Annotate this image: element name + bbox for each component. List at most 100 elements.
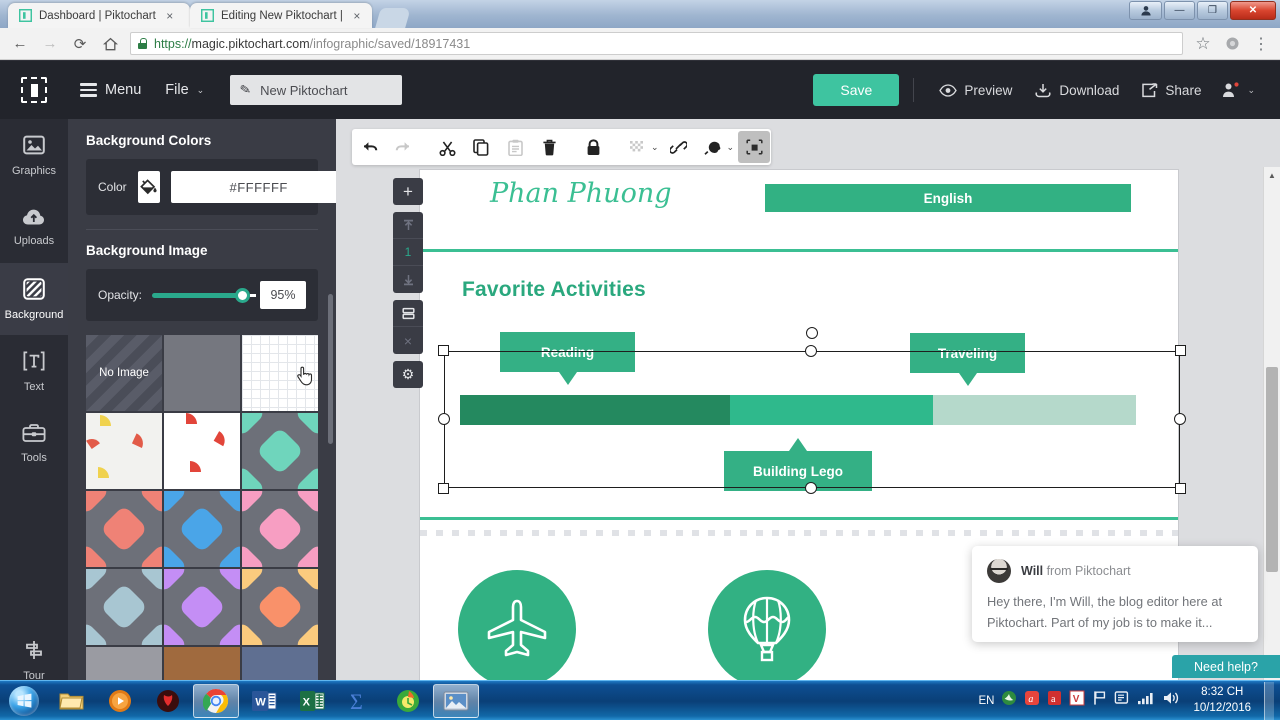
- swatch-melon-light[interactable]: [86, 413, 162, 489]
- back-icon[interactable]: ←: [6, 31, 34, 57]
- forward-icon[interactable]: →: [36, 31, 64, 57]
- file-menu-button[interactable]: File ⌄: [153, 61, 216, 119]
- browser-tab-dashboard[interactable]: Dashboard | Piktochart ×: [8, 3, 190, 28]
- sidebar-item-text[interactable]: Text: [0, 335, 68, 407]
- swatch-diamond-pink[interactable]: [242, 491, 318, 567]
- remove-block-button[interactable]: ×: [393, 327, 423, 354]
- chevron-down-icon[interactable]: ⌄: [727, 142, 735, 153]
- bookmark-star-icon[interactable]: ☆: [1190, 31, 1216, 57]
- airplane-icon-circle[interactable]: [458, 570, 576, 688]
- home-icon[interactable]: [96, 31, 124, 57]
- swatch-diamond-purple[interactable]: [164, 569, 240, 645]
- panel-scrollbar[interactable]: [328, 294, 333, 444]
- swatch-no-image[interactable]: No Image: [86, 335, 162, 411]
- section-title[interactable]: Favorite Activities: [462, 278, 646, 302]
- browser-menu-icon[interactable]: ⋮: [1248, 31, 1274, 57]
- start-button[interactable]: [0, 682, 48, 720]
- lock-button[interactable]: [577, 131, 609, 163]
- swatch-diamond-teal[interactable]: [242, 413, 318, 489]
- color-button[interactable]: [696, 131, 729, 163]
- minimize-button[interactable]: —: [1164, 1, 1195, 20]
- transparency-button[interactable]: [621, 131, 653, 163]
- vlc-tray-icon[interactable]: V: [1069, 690, 1085, 711]
- author-name-text[interactable]: Phan Phuong: [490, 178, 672, 209]
- redo-button[interactable]: [387, 131, 419, 163]
- chevron-down-icon[interactable]: ⌄: [651, 142, 659, 153]
- undo-button[interactable]: [353, 131, 385, 163]
- close-window-button[interactable]: ✕: [1230, 1, 1276, 20]
- taskbar-zalo[interactable]: [385, 684, 431, 718]
- sidebar-item-uploads[interactable]: Uploads: [0, 191, 68, 263]
- opacity-slider-handle[interactable]: [235, 287, 250, 303]
- canvas-scrollbar[interactable]: ▲ ▼: [1263, 167, 1280, 680]
- link-button[interactable]: [662, 131, 695, 163]
- swatch-solid-slate[interactable]: [242, 647, 318, 680]
- swatch-diamond-salmon[interactable]: [86, 491, 162, 567]
- tab-close-icon[interactable]: ×: [163, 10, 177, 22]
- new-tab-button[interactable]: [375, 8, 411, 28]
- taskbar-excel[interactable]: X: [289, 684, 335, 718]
- reload-icon[interactable]: ⟳: [66, 31, 94, 57]
- taskbar-chrome[interactable]: [193, 683, 239, 718]
- duplicate-block-button[interactable]: [393, 300, 423, 327]
- project-title-input[interactable]: ✎ New Piktochart: [230, 75, 403, 105]
- tab-close-icon[interactable]: ×: [350, 10, 364, 22]
- swatch-watermelon[interactable]: [164, 413, 240, 489]
- hex-color-input[interactable]: [170, 171, 336, 203]
- tag-reading[interactable]: Reading: [500, 332, 635, 385]
- rotate-handle[interactable]: [806, 327, 818, 339]
- tag-traveling[interactable]: Traveling: [910, 333, 1025, 386]
- sidebar-item-background[interactable]: Background: [0, 263, 68, 335]
- taskbar-unikey[interactable]: [145, 684, 191, 718]
- swatch-white-grid[interactable]: [242, 335, 318, 411]
- piktochart-logo[interactable]: [0, 61, 68, 119]
- paint-bucket-icon[interactable]: [137, 171, 160, 203]
- arrange-button[interactable]: [738, 131, 771, 163]
- taskbar-clock[interactable]: 8:32 CH 10/12/2016: [1187, 685, 1257, 715]
- extension-icon[interactable]: [1219, 31, 1245, 57]
- maximize-button[interactable]: ❐: [1197, 1, 1228, 20]
- delete-button[interactable]: [533, 131, 565, 163]
- copy-button[interactable]: [465, 131, 497, 163]
- move-block-down-button[interactable]: [393, 266, 423, 293]
- scrollbar-thumb[interactable]: [1266, 367, 1278, 572]
- swatch-diamond-orange[interactable]: [242, 569, 318, 645]
- swatch-solid-brown[interactable]: [164, 647, 240, 680]
- chat-message-popup[interactable]: Will from Piktochart Hey there, I'm Will…: [972, 546, 1258, 642]
- paste-button[interactable]: [499, 131, 531, 163]
- taskbar-photo-viewer[interactable]: [433, 683, 479, 718]
- tray-language-indicator[interactable]: EN: [978, 695, 994, 707]
- taskbar-word[interactable]: W: [241, 684, 287, 718]
- swatch-diamond-steel-blue[interactable]: [86, 569, 162, 645]
- sidebar-item-graphics[interactable]: Graphics: [0, 119, 68, 191]
- cut-button[interactable]: [431, 131, 463, 163]
- preview-button[interactable]: Preview: [939, 83, 1012, 98]
- taskbar-media-player[interactable]: [97, 684, 143, 718]
- taskbar-file-explorer[interactable]: [49, 684, 95, 718]
- unikey-tray-icon[interactable]: [1001, 690, 1017, 711]
- scroll-up-arrow-icon[interactable]: ▲: [1264, 167, 1280, 184]
- english-bar[interactable]: English: [765, 184, 1131, 212]
- opacity-slider[interactable]: [152, 287, 256, 303]
- need-help-button[interactable]: Need help?: [1172, 655, 1280, 678]
- swatch-solid-gray[interactable]: [164, 335, 240, 411]
- activities-progress-bar[interactable]: [460, 395, 1136, 425]
- download-button[interactable]: Download: [1034, 83, 1119, 98]
- opacity-value-input[interactable]: [260, 281, 306, 309]
- address-bar[interactable]: https://magic.piktochart.com/infographic…: [130, 32, 1183, 55]
- menu-button[interactable]: Menu: [68, 61, 153, 119]
- user-profile-button[interactable]: [1129, 1, 1162, 20]
- block-settings-button[interactable]: ⚙: [393, 361, 423, 388]
- account-menu-button[interactable]: ⌄: [1222, 82, 1255, 98]
- tag-building-lego[interactable]: Building Lego: [724, 438, 872, 491]
- share-button[interactable]: Share: [1141, 83, 1201, 98]
- swatch-diamond-blue[interactable]: [164, 491, 240, 567]
- swatch-solid-light-gray[interactable]: [86, 647, 162, 680]
- volume-icon[interactable]: [1162, 690, 1180, 711]
- save-button[interactable]: Save: [813, 74, 900, 106]
- move-block-up-button[interactable]: [393, 212, 423, 239]
- browser-tab-editing[interactable]: Editing New Piktochart | ×: [190, 3, 372, 28]
- add-block-button[interactable]: +: [393, 178, 423, 205]
- network-icon[interactable]: [1137, 691, 1155, 710]
- sidebar-item-tools[interactable]: Tools: [0, 407, 68, 479]
